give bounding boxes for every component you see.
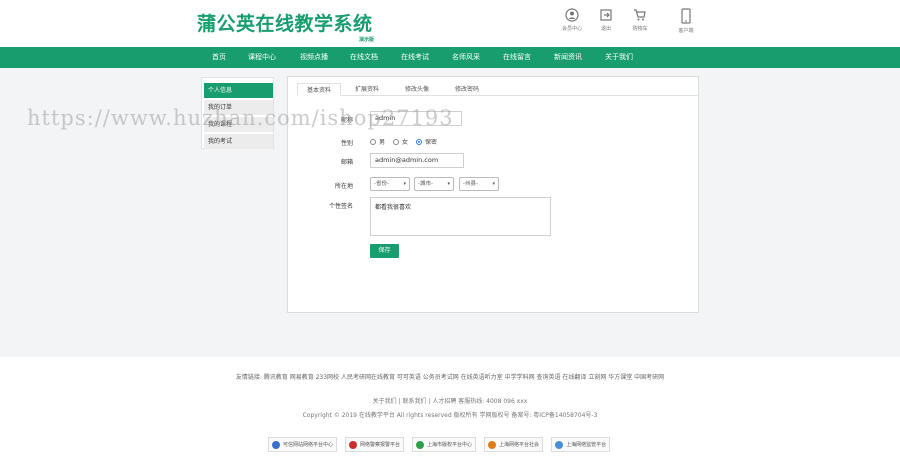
logout-icon	[600, 9, 612, 21]
main-nav: 首页 课程中心 视频点播 在线文档 在线考试 名师风采 在线留言 新闻资讯 关于…	[0, 47, 900, 68]
nav-item-about[interactable]: 关于我们	[605, 47, 633, 68]
gender-option-secret[interactable]: 保密	[416, 137, 437, 146]
radio-button[interactable]	[393, 138, 400, 145]
gender-option-label: 男	[379, 139, 386, 146]
email-input[interactable]: admin@admin.com	[370, 153, 464, 168]
email-label: 邮箱	[340, 159, 353, 166]
footer-about[interactable]: 关于我们 | 联系我们 | 人才招聘 客服热线: 4008 096 xxx	[0, 396, 900, 405]
tab-change-password[interactable]: 修改密码	[445, 83, 489, 96]
badge-label: 上海市版权平台中心	[427, 442, 473, 448]
gender-option-label: 女	[402, 139, 409, 146]
sidebar-item-exams[interactable]: 我的考试	[204, 134, 273, 149]
signature-label: 个性签名	[328, 203, 353, 210]
badge-label: 上海网络平台社会	[499, 442, 540, 448]
client-link[interactable]: 客户端	[669, 8, 703, 34]
signature-textarea[interactable]: 都看我很喜欢	[370, 197, 551, 236]
trust-badges: 可信网站网络平台中心 网络警察报警平台 上海市版权平台中心 上海网络平台社会 上…	[268, 437, 618, 452]
radio-button[interactable]	[370, 138, 376, 145]
gender-option-label: 保密	[425, 139, 438, 146]
nav-item-courses[interactable]: 课程中心	[248, 47, 276, 68]
friend-links[interactable]: 友情链接: 腾讯教育 网易教育 233网校 人民考研网在线教育 可可英语 公务员…	[0, 372, 900, 381]
emblem-icon	[488, 440, 497, 449]
client-label: 客户端	[678, 28, 694, 34]
gender-option-female[interactable]: 女	[393, 137, 408, 146]
member-center-label: 会员中心	[561, 26, 582, 32]
tab-extended-info[interactable]: 扩展资料	[345, 83, 389, 96]
footer-copyright: Copyright © 2019 在线教学平台 All rights reser…	[302, 412, 598, 419]
shield-icon	[272, 440, 280, 449]
certificate-icon	[555, 440, 564, 449]
trust-badge[interactable]: 网络警察报警平台	[345, 437, 405, 452]
nav-item-news[interactable]: 新闻资讯	[554, 47, 582, 68]
trust-badge[interactable]: 上海市版权平台中心	[412, 437, 477, 452]
site-header: 蒲公英在线教学系统 演示版 会员中心 退出 购物车 客户端	[0, 0, 900, 47]
cart-label: 购物车	[632, 26, 648, 32]
nav-item-teachers[interactable]: 名师风采	[452, 47, 480, 68]
logo-subtitle: 演示版	[359, 37, 375, 43]
cart-link[interactable]: 购物车	[623, 8, 657, 34]
cart-icon	[634, 9, 646, 21]
tab-change-avatar[interactable]: 修改头像	[395, 83, 439, 96]
check-icon	[416, 440, 425, 449]
gender-option-male[interactable]: 男	[370, 137, 385, 146]
gender-radio-group: 男 女 保密	[370, 137, 445, 146]
chevron-down-icon: ▾	[403, 181, 406, 187]
nav-item-video[interactable]: 视频点播	[300, 47, 328, 68]
trust-badge[interactable]: 上海网络监管平台	[551, 437, 611, 452]
phone-icon	[681, 8, 691, 24]
tab-basic-info[interactable]: 基本资料	[297, 83, 341, 96]
badge-label: 上海网络监管平台	[566, 442, 607, 448]
member-center-link[interactable]: 会员中心	[555, 8, 589, 34]
police-icon	[349, 440, 358, 449]
site-logo[interactable]: 蒲公英在线教学系统	[197, 9, 373, 36]
trust-badge[interactable]: 上海网络平台社会	[484, 437, 544, 452]
county-select-value: -州县-	[463, 181, 478, 187]
logout-link[interactable]: 退出	[589, 8, 623, 34]
region-label: 所在地	[334, 183, 353, 190]
nav-item-docs[interactable]: 在线文档	[350, 47, 378, 68]
save-button[interactable]: 保存	[370, 244, 399, 258]
logout-label: 退出	[600, 26, 611, 32]
radio-button-selected[interactable]	[416, 138, 423, 145]
nav-item-message[interactable]: 在线留言	[503, 47, 531, 68]
header-actions: 会员中心 退出 购物车 客户端	[555, 8, 703, 34]
province-select[interactable]: -省份- ▾	[370, 177, 410, 191]
chevron-down-icon: ▾	[447, 181, 450, 187]
gender-label: 性别	[340, 140, 353, 147]
county-select[interactable]: -州县- ▾	[459, 177, 499, 191]
watermark-text: https://www.huzhan.com/ishop27193	[27, 106, 454, 130]
sidebar-item-profile[interactable]: 个人信息	[204, 83, 273, 98]
city-select[interactable]: -城市- ▾	[414, 177, 454, 191]
user-icon	[565, 8, 579, 22]
nav-item-home[interactable]: 首页	[212, 47, 226, 68]
chevron-down-icon: ▾	[492, 181, 495, 187]
badge-label: 可信网站网络平台中心	[283, 442, 334, 448]
trust-badge[interactable]: 可信网站网络平台中心	[268, 437, 338, 452]
city-select-value: -城市-	[418, 181, 433, 187]
badge-label: 网络警察报警平台	[360, 442, 401, 448]
nav-item-exam[interactable]: 在线考试	[401, 47, 429, 68]
profile-tabs: 基本资料 扩展资料 修改头像 修改密码	[297, 83, 699, 96]
province-select-value: -省份-	[374, 181, 389, 187]
